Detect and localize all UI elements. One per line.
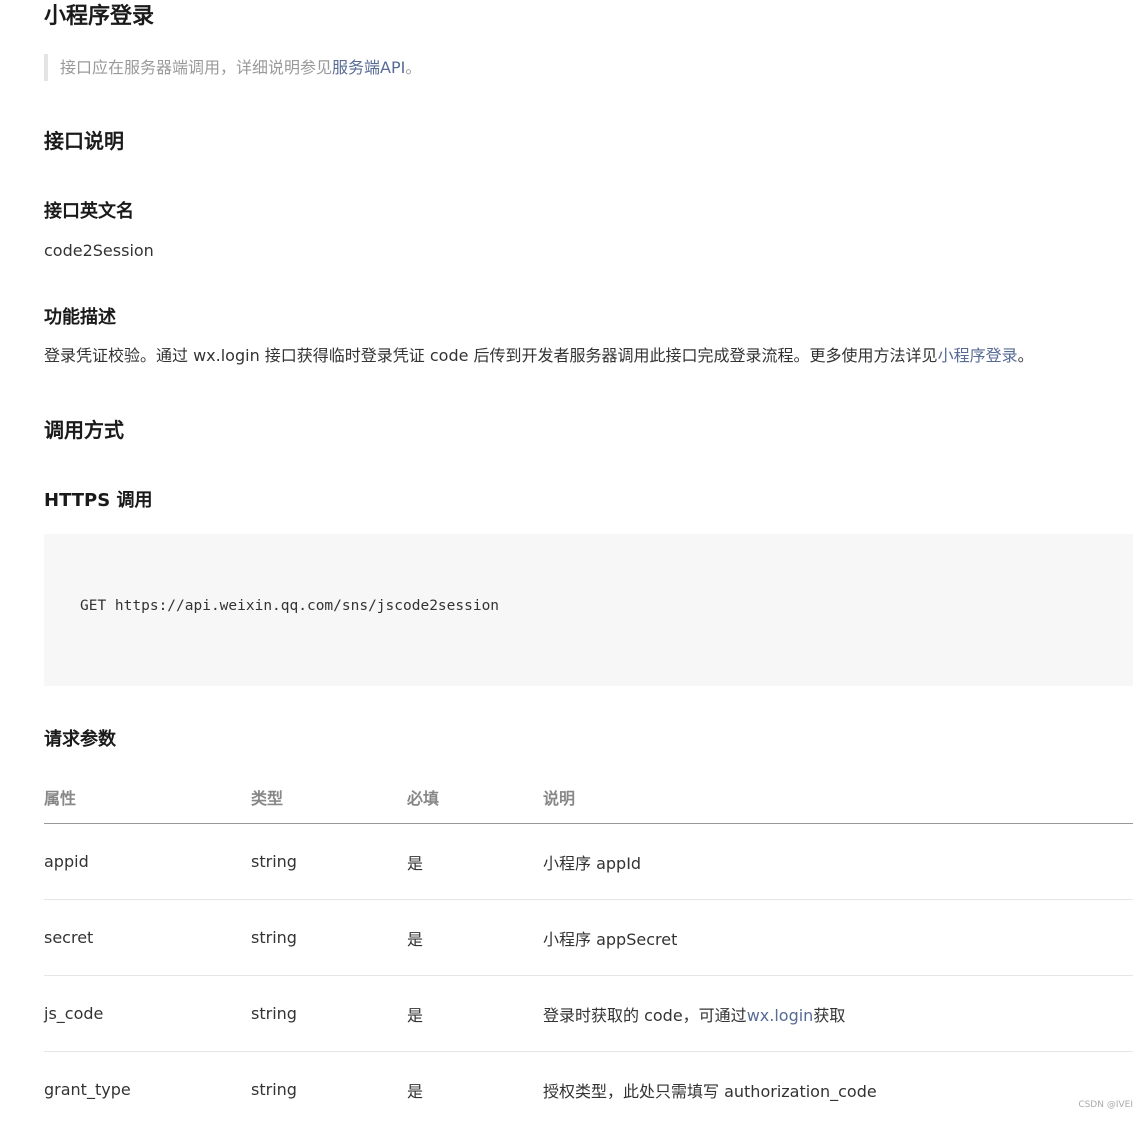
column-header-property: 属性 xyxy=(44,770,251,824)
table-header-row: 属性 类型 必填 说明 xyxy=(44,770,1133,824)
param-required: 是 xyxy=(407,976,543,1052)
subheading-function: 功能描述 xyxy=(44,305,116,331)
code-block: GET https://api.weixin.qq.com/sns/jscode… xyxy=(44,534,1133,686)
table-row: grant_type string 是 授权类型，此处只需填写 authoriz… xyxy=(44,1052,1133,1127)
param-name: appid xyxy=(44,824,251,900)
param-type: string xyxy=(251,900,407,976)
param-description: 登录时获取的 code，可通过wx.login获取 xyxy=(543,976,1133,1052)
param-description-suffix: 获取 xyxy=(813,1006,845,1025)
section-heading-interface: 接口说明 xyxy=(44,127,124,155)
function-description: 登录凭证校验。通过 wx.login 接口获得临时登录凭证 code 后传到开发… xyxy=(44,343,1034,369)
param-description-text: 登录时获取的 code，可通过 xyxy=(543,1006,747,1025)
notice-text: 接口应在服务器端调用，详细说明参见 xyxy=(60,58,332,77)
param-description: 小程序 appSecret xyxy=(543,900,1133,976)
notice-suffix: 。 xyxy=(405,58,421,77)
watermark: CSDN @IVEI xyxy=(1078,1100,1133,1110)
param-type: string xyxy=(251,824,407,900)
param-description: 小程序 appId xyxy=(543,824,1133,900)
mini-program-login-link[interactable]: 小程序登录 xyxy=(938,346,1018,365)
server-api-link[interactable]: 服务端API xyxy=(332,58,405,77)
param-required: 是 xyxy=(407,824,543,900)
table-row: js_code string 是 登录时获取的 code，可通过wx.login… xyxy=(44,976,1133,1052)
page-title: 小程序登录 xyxy=(44,2,154,32)
table-row: appid string 是 小程序 appId xyxy=(44,824,1133,900)
server-side-notice: 接口应在服务器端调用，详细说明参见服务端API。 xyxy=(44,54,421,81)
wx-login-link[interactable]: wx.login xyxy=(747,1006,814,1025)
request-url-code: GET https://api.weixin.qq.com/sns/jscode… xyxy=(80,598,499,614)
function-suffix: 。 xyxy=(1018,346,1034,365)
param-name: js_code xyxy=(44,976,251,1052)
column-header-type: 类型 xyxy=(251,770,407,824)
subheading-request-params: 请求参数 xyxy=(44,727,116,753)
param-description: 授权类型，此处只需填写 authorization_code xyxy=(543,1052,1133,1127)
param-required: 是 xyxy=(407,900,543,976)
column-header-description: 说明 xyxy=(543,770,1133,824)
function-text: 登录凭证校验。通过 wx.login 接口获得临时登录凭证 code 后传到开发… xyxy=(44,346,938,365)
section-heading-call: 调用方式 xyxy=(44,416,124,444)
param-type: string xyxy=(251,976,407,1052)
english-name-value: code2Session xyxy=(44,238,154,264)
table-row: secret string 是 小程序 appSecret xyxy=(44,900,1133,976)
param-name: grant_type xyxy=(44,1052,251,1127)
request-params-table: 属性 类型 必填 说明 appid string 是 小程序 appId sec… xyxy=(44,770,1133,1127)
subheading-https: HTTPS 调用 xyxy=(44,488,152,514)
param-required: 是 xyxy=(407,1052,543,1127)
param-type: string xyxy=(251,1052,407,1127)
column-header-required: 必填 xyxy=(407,770,543,824)
param-name: secret xyxy=(44,900,251,976)
subheading-english-name: 接口英文名 xyxy=(44,199,134,225)
